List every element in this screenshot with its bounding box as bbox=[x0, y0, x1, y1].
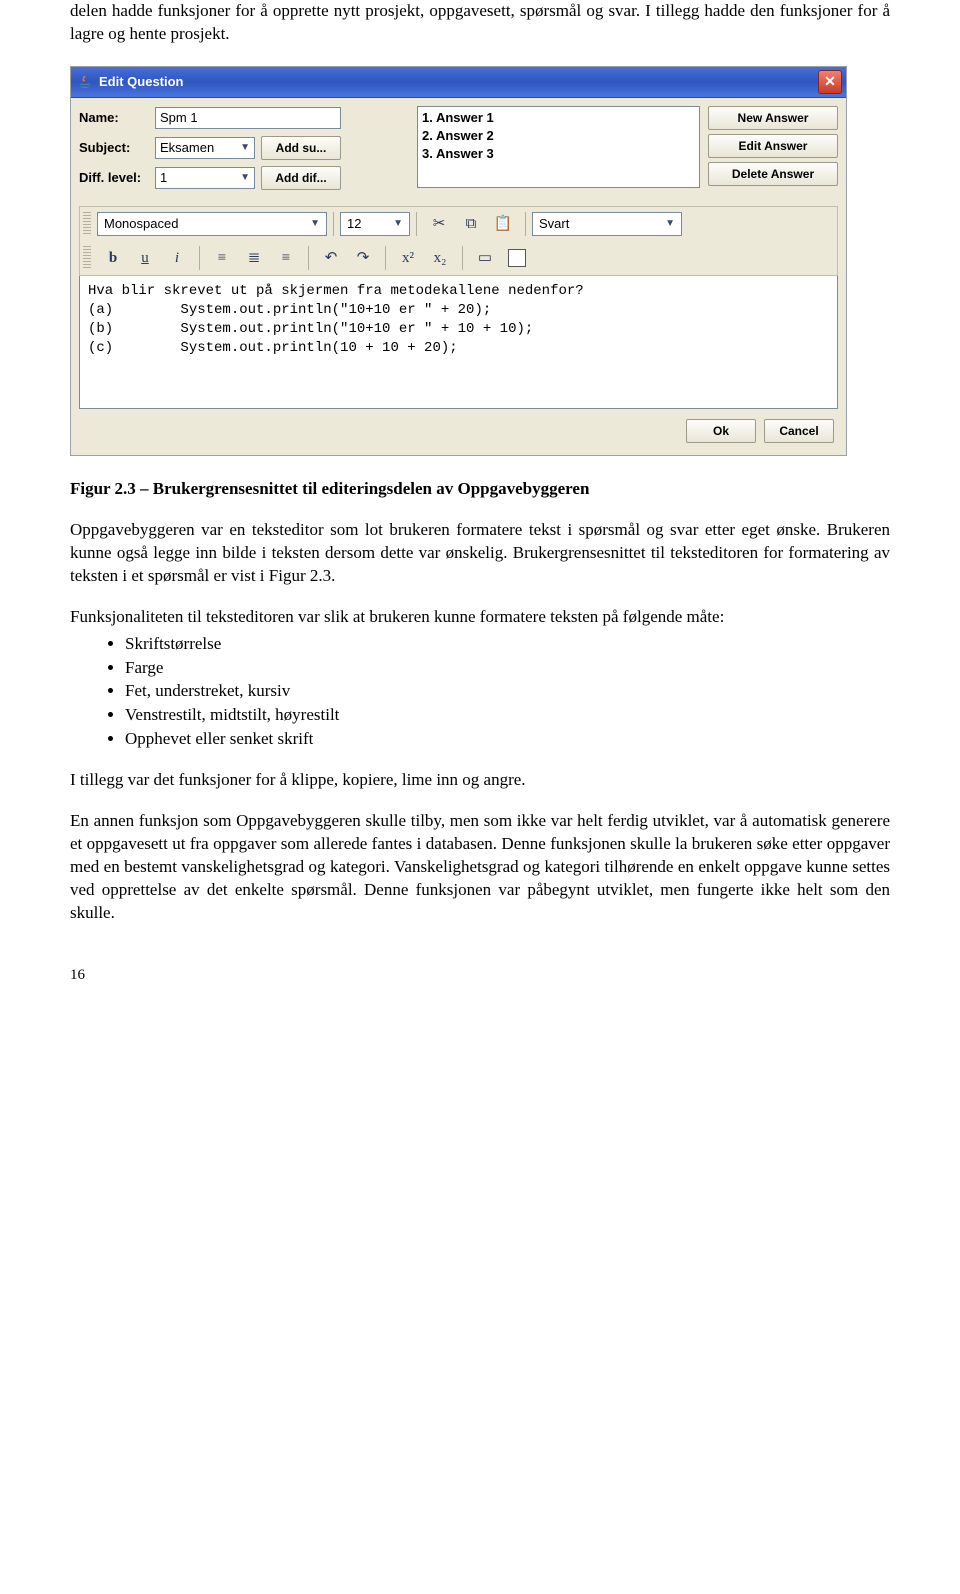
answer-item[interactable]: 1. Answer 1 bbox=[422, 109, 695, 127]
undo-icon: ↶ bbox=[325, 248, 338, 268]
name-label: Name: bbox=[79, 109, 149, 127]
add-diff-button[interactable]: Add dif... bbox=[261, 166, 341, 190]
subject-combo-value: Eksamen bbox=[160, 139, 214, 157]
chevron-down-icon: ▼ bbox=[310, 217, 320, 231]
redo-button[interactable]: ↷ bbox=[347, 244, 379, 272]
underline-button[interactable]: u bbox=[129, 244, 161, 272]
subject-label: Subject: bbox=[79, 139, 149, 157]
diff-label: Diff. level: bbox=[79, 169, 149, 187]
color-swatch-button[interactable] bbox=[501, 244, 533, 272]
color-swatch-icon bbox=[508, 249, 526, 267]
edit-question-window: Edit Question ✕ Name: Subject: Eksamen bbox=[70, 66, 847, 456]
page-number: 16 bbox=[70, 965, 890, 985]
diff-combo-value: 1 bbox=[160, 169, 167, 187]
name-input[interactable] bbox=[155, 107, 341, 129]
editor-line: (a) System.out.println("10+10 er " + 20)… bbox=[88, 302, 491, 318]
paragraph-2-lead: Funksjonaliteten til teksteditoren var s… bbox=[70, 606, 890, 629]
toolbar-grip bbox=[83, 246, 91, 270]
italic-button[interactable]: i bbox=[161, 244, 193, 272]
window-titlebar: Edit Question ✕ bbox=[71, 67, 846, 98]
font-family-value: Monospaced bbox=[104, 215, 178, 233]
edit-answer-button[interactable]: Edit Answer bbox=[708, 134, 838, 158]
list-item: Skriftstørrelse bbox=[125, 633, 890, 656]
chevron-down-icon: ▼ bbox=[240, 141, 250, 155]
toolbar-grip bbox=[83, 212, 91, 236]
font-color-value: Svart bbox=[539, 215, 569, 233]
close-button[interactable]: ✕ bbox=[818, 70, 842, 94]
editor-line: (b) System.out.println("10+10 er " + 10 … bbox=[88, 321, 533, 337]
subscript-icon: x₂ bbox=[434, 248, 447, 268]
align-center-button[interactable]: ≣ bbox=[238, 244, 270, 272]
answer-item[interactable]: 2. Answer 2 bbox=[422, 127, 695, 145]
paragraph-3: I tillegg var det funksjoner for å klipp… bbox=[70, 769, 890, 792]
editor-line: Hva blir skrevet ut på skjermen fra meto… bbox=[88, 283, 584, 299]
format-toolbar-2: b u i ≡ ≣ ≡ ↶ ↷ x² x₂ ▭ bbox=[79, 241, 838, 276]
feature-bullet-list: Skriftstørrelse Farge Fet, understreket,… bbox=[70, 633, 890, 752]
font-size-combo[interactable]: 12 ▼ bbox=[340, 212, 410, 236]
redo-icon: ↷ bbox=[357, 248, 370, 268]
cut-button[interactable]: ✂ bbox=[423, 210, 455, 238]
font-color-combo[interactable]: Svart ▼ bbox=[532, 212, 682, 236]
add-subject-button[interactable]: Add su... bbox=[261, 136, 341, 160]
undo-button[interactable]: ↶ bbox=[315, 244, 347, 272]
superscript-icon: x² bbox=[402, 248, 414, 268]
list-item: Opphevet eller senket skrift bbox=[125, 728, 890, 751]
align-right-icon: ≡ bbox=[282, 248, 290, 268]
italic-icon: i bbox=[175, 248, 179, 268]
intro-paragraph: delen hadde funksjoner for å opprette ny… bbox=[70, 0, 890, 46]
chevron-down-icon: ▼ bbox=[665, 217, 675, 231]
paragraph-1: Oppgavebyggeren var en teksteditor som l… bbox=[70, 519, 890, 588]
new-answer-button[interactable]: New Answer bbox=[708, 106, 838, 130]
subscript-button[interactable]: x₂ bbox=[424, 244, 456, 272]
align-left-icon: ≡ bbox=[218, 248, 226, 268]
ok-button[interactable]: Ok bbox=[686, 419, 756, 443]
paste-icon: 📋 bbox=[494, 214, 513, 234]
close-icon: ✕ bbox=[824, 72, 836, 91]
bold-button[interactable]: b bbox=[97, 244, 129, 272]
bold-icon: b bbox=[109, 248, 117, 268]
list-item: Venstrestilt, midtstilt, høyrestilt bbox=[125, 704, 890, 727]
answer-item[interactable]: 3. Answer 3 bbox=[422, 145, 695, 163]
copy-button[interactable]: ⧉ bbox=[455, 210, 487, 238]
align-right-button[interactable]: ≡ bbox=[270, 244, 302, 272]
cancel-button[interactable]: Cancel bbox=[764, 419, 834, 443]
chevron-down-icon: ▼ bbox=[240, 171, 250, 185]
figure-caption: Figur 2.3 – Brukergrensesnittet til edit… bbox=[70, 478, 890, 501]
editor-line: (c) System.out.println(10 + 10 + 20); bbox=[88, 340, 458, 356]
delete-answer-button[interactable]: Delete Answer bbox=[708, 162, 838, 186]
diff-combo[interactable]: 1 ▼ bbox=[155, 167, 255, 189]
list-item: Farge bbox=[125, 657, 890, 680]
answer-list[interactable]: 1. Answer 1 2. Answer 2 3. Answer 3 bbox=[417, 106, 700, 188]
font-family-combo[interactable]: Monospaced ▼ bbox=[97, 212, 327, 236]
image-icon: ▭ bbox=[478, 248, 492, 268]
java-icon bbox=[77, 74, 93, 90]
underline-icon: u bbox=[141, 248, 149, 268]
cut-icon: ✂ bbox=[433, 214, 446, 234]
paste-button[interactable]: 📋 bbox=[487, 210, 519, 238]
format-toolbar-1: Monospaced ▼ 12 ▼ ✂ ⧉ 📋 Svart ▼ bbox=[79, 206, 838, 241]
font-size-value: 12 bbox=[347, 215, 361, 233]
insert-image-button[interactable]: ▭ bbox=[469, 244, 501, 272]
chevron-down-icon: ▼ bbox=[393, 217, 403, 231]
list-item: Fet, understreket, kursiv bbox=[125, 680, 890, 703]
copy-icon: ⧉ bbox=[466, 214, 477, 234]
subject-combo[interactable]: Eksamen ▼ bbox=[155, 137, 255, 159]
align-left-button[interactable]: ≡ bbox=[206, 244, 238, 272]
window-title: Edit Question bbox=[99, 73, 184, 91]
align-center-icon: ≣ bbox=[248, 248, 261, 268]
paragraph-4: En annen funksjon som Oppgavebyggeren sk… bbox=[70, 810, 890, 925]
question-text-editor[interactable]: Hva blir skrevet ut på skjermen fra meto… bbox=[79, 276, 838, 409]
superscript-button[interactable]: x² bbox=[392, 244, 424, 272]
